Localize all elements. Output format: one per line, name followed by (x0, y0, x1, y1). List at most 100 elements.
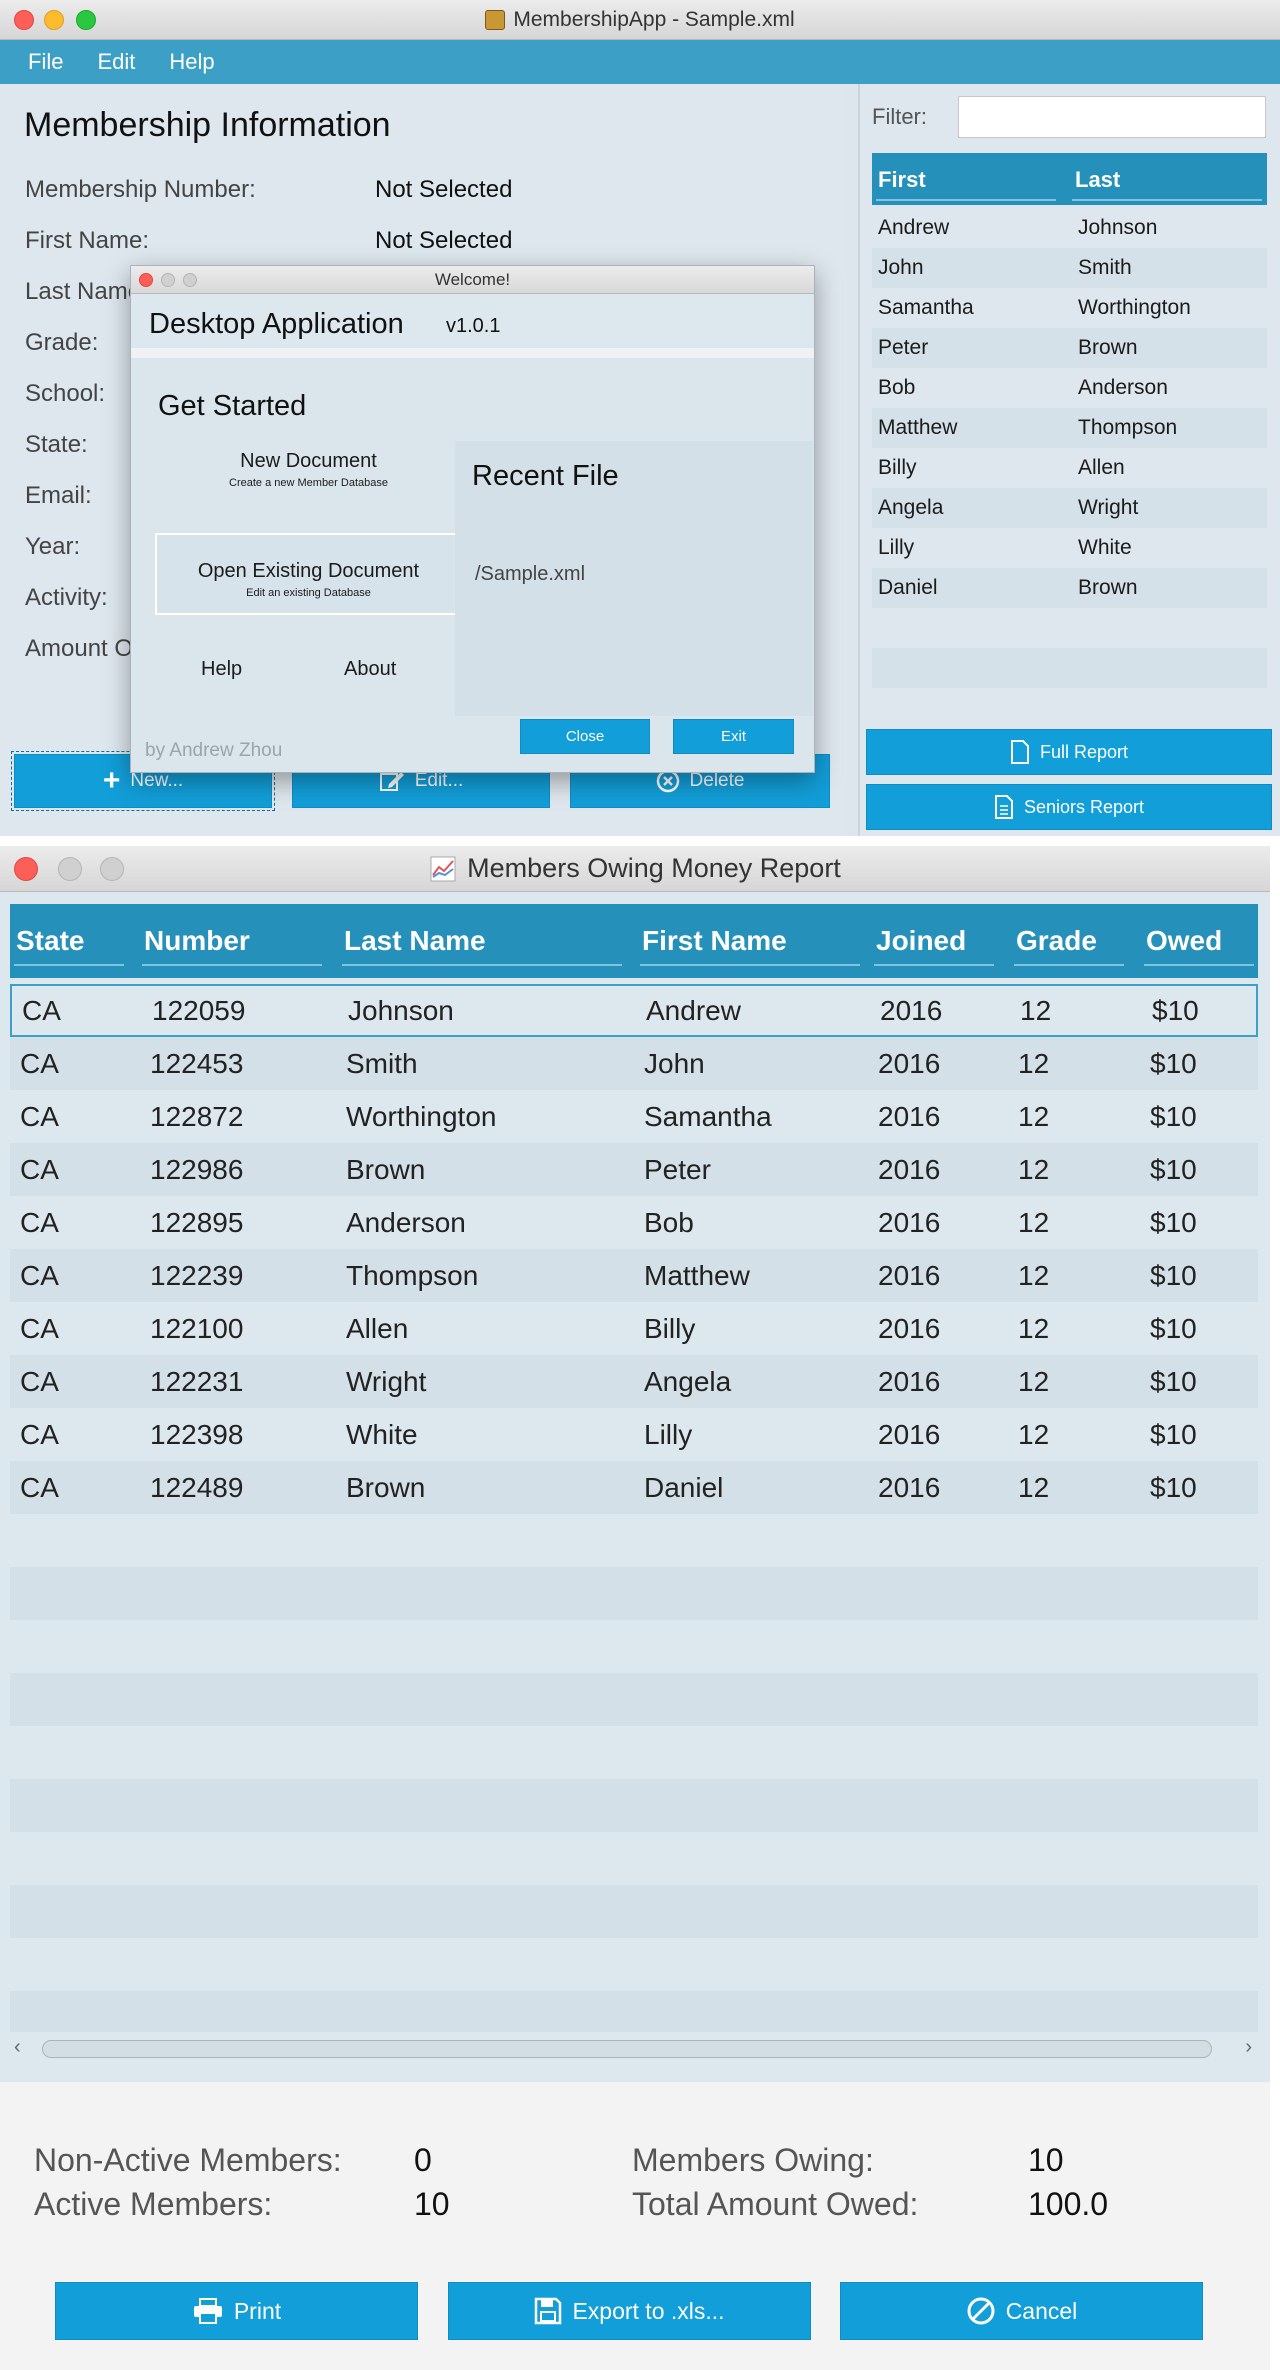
table-cell: Smith (346, 1047, 418, 1079)
list-item-first: Samantha (878, 296, 974, 319)
full-report-button[interactable]: Full Report (866, 729, 1272, 775)
list-item-last: Worthington (1078, 296, 1191, 319)
list-item[interactable]: Peter Brown (872, 328, 1267, 368)
column-header-joined[interactable]: Joined (876, 904, 966, 978)
scroll-right-icon[interactable]: › (1245, 2036, 1252, 2059)
menu-edit[interactable]: Edit (97, 49, 135, 75)
table-cell: 12 (1018, 1047, 1050, 1079)
report-minimize-button (58, 856, 82, 881)
menu-file[interactable]: File (28, 49, 63, 75)
report-table-header: State Number Last Name First Name Joined Grad… (10, 904, 1258, 978)
list-item-last: Johnson (1078, 216, 1158, 239)
seniors-report-button[interactable]: Seniors Report (866, 784, 1272, 830)
non-active-value: 0 (414, 2142, 432, 2178)
table-cell: $10 (1150, 1259, 1197, 1291)
list-item-first: Peter (878, 336, 929, 359)
column-header-state[interactable]: State (16, 904, 84, 978)
app-name: Desktop Application (149, 308, 404, 340)
list-item[interactable]: Matthew Thompson (872, 408, 1267, 448)
table-row[interactable]: CA 122100 Allen Billy 2016 12 $10 (10, 1302, 1258, 1355)
table-cell: $10 (1150, 1206, 1197, 1238)
recent-file-item[interactable]: /Sample.xml (475, 563, 585, 586)
table-cell: Daniel (644, 1471, 724, 1503)
column-header-number[interactable]: Number (144, 904, 250, 978)
save-floppy-icon (535, 2297, 562, 2325)
export-xls-button[interactable]: Export to .xls... (448, 2282, 811, 2340)
welcome-exit-button[interactable]: Exit (673, 719, 794, 754)
main-window-titlebar[interactable]: MembershipApp - Sample.xml (0, 0, 1280, 40)
ban-icon (967, 2297, 995, 2325)
table-cell: $10 (1150, 1471, 1197, 1503)
welcome-close-button[interactable]: Close (520, 719, 650, 754)
dialog-close-dot[interactable] (139, 272, 153, 287)
table-row[interactable]: CA 122398 White Lilly 2016 12 $10 (10, 1408, 1258, 1461)
list-item[interactable]: John Smith (872, 248, 1267, 288)
column-header-last-name[interactable]: Last Name (344, 904, 486, 978)
welcome-titlebar[interactable]: Welcome! (131, 266, 814, 294)
open-existing-option[interactable]: Open Existing Document Edit an existing … (155, 533, 462, 615)
list-header-last[interactable]: Last (1075, 167, 1120, 193)
table-row[interactable]: CA 122986 Brown Peter 2016 12 $10 (10, 1143, 1258, 1196)
list-item[interactable]: Billy Allen (872, 448, 1267, 488)
active-value: 10 (414, 2186, 450, 2222)
table-cell: Angela (644, 1365, 732, 1397)
close-window-button[interactable] (14, 9, 34, 30)
info-title: Membership Information (24, 106, 391, 144)
table-row[interactable]: CA 122239 Thompson Matthew 2016 12 $10 (10, 1249, 1258, 1302)
table-cell: 12 (1018, 1365, 1050, 1397)
scrollbar-thumb[interactable] (42, 2040, 1212, 2058)
list-item[interactable]: Samantha Worthington (872, 288, 1267, 328)
new-document-option[interactable]: New Document Create a new Member Databas… (156, 438, 461, 514)
table-cell: 122100 (150, 1312, 244, 1344)
column-header-grade[interactable]: Grade (1016, 904, 1097, 978)
cancel-report-button[interactable]: Cancel (840, 2282, 1203, 2340)
field-value: Not Selected (375, 227, 513, 254)
table-cell: Lilly (644, 1418, 693, 1450)
table-cell: 2016 (878, 1365, 941, 1397)
table-empty-row (10, 1885, 1258, 1938)
horizontal-scrollbar[interactable]: ‹ › (10, 2032, 1258, 2066)
table-row[interactable]: CA 122489 Brown Daniel 2016 12 $10 (10, 1461, 1258, 1514)
table-cell: Wright (346, 1365, 427, 1397)
list-item[interactable]: Daniel Brown (872, 568, 1267, 608)
column-header-owed[interactable]: Owed (1146, 904, 1222, 978)
minimize-window-button[interactable] (44, 9, 64, 30)
list-header-first[interactable]: First (878, 167, 926, 193)
list-item-last: Allen (1078, 456, 1125, 479)
filter-input[interactable] (958, 96, 1266, 138)
active-label: Active Members: (34, 2186, 273, 2222)
owing-value: 10 (1028, 2142, 1064, 2178)
report-close-button[interactable] (14, 856, 38, 881)
report-titlebar[interactable]: Members Owing Money Report (0, 846, 1270, 892)
list-item-first: Daniel (878, 576, 938, 599)
list-item[interactable]: Bob Anderson (872, 368, 1267, 408)
table-cell: Matthew (644, 1259, 750, 1291)
table-row[interactable]: CA 122059 Johnson Andrew 2016 12 $10 (10, 984, 1258, 1037)
help-link[interactable]: Help (201, 658, 242, 681)
list-item-first: Angela (878, 496, 944, 519)
list-item[interactable]: Lilly White (872, 528, 1267, 568)
table-row[interactable]: CA 122895 Anderson Bob 2016 12 $10 (10, 1196, 1258, 1249)
list-item[interactable]: Andrew Johnson (872, 208, 1267, 248)
zoom-window-button[interactable] (76, 9, 96, 30)
header-underline (1072, 199, 1262, 201)
print-button[interactable]: Print (55, 2282, 418, 2340)
exit-label: Exit (720, 728, 746, 745)
column-header-first-name[interactable]: First Name (642, 904, 787, 978)
dialog-minimize-dot (161, 272, 175, 287)
header-underline (874, 964, 994, 966)
table-row[interactable]: CA 122453 Smith John 2016 12 $10 (10, 1037, 1258, 1090)
export-label: Export to .xls... (572, 2297, 725, 2324)
cancel-label: Cancel (1005, 2297, 1078, 2324)
table-row[interactable]: CA 122872 Worthington Samantha 2016 12 $10 (10, 1090, 1258, 1143)
about-link[interactable]: About (344, 658, 396, 681)
scroll-left-icon[interactable]: ‹ (14, 2036, 21, 2059)
list-item[interactable]: Angela Wright (872, 488, 1267, 528)
table-cell: 2016 (878, 1259, 941, 1291)
table-cell: 12 (1018, 1418, 1050, 1450)
table-row[interactable]: CA 122231 Wright Angela 2016 12 $10 (10, 1355, 1258, 1408)
table-cell: 12 (1018, 1206, 1050, 1238)
recent-file-heading: Recent File (472, 460, 619, 492)
report-summary: Non-Active Members: 0 Active Members: 10… (0, 2082, 1270, 2370)
menu-help[interactable]: Help (169, 49, 214, 75)
